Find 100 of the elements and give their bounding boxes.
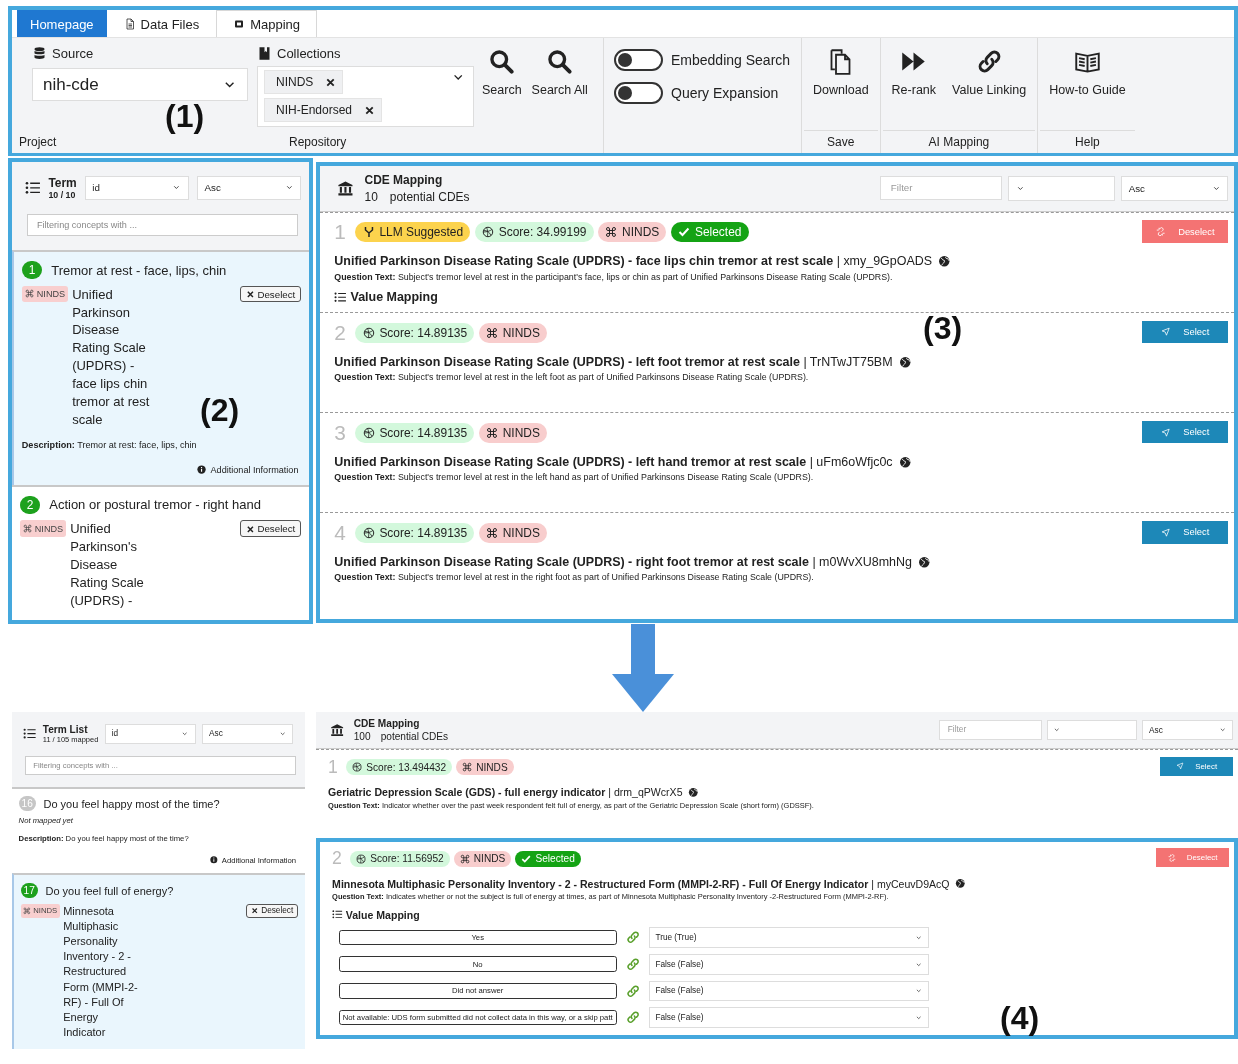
score-badge: Score: 11.56952 [350, 850, 450, 867]
source-select[interactable]: nih-cde [32, 68, 248, 101]
annotation-label: (1) [165, 100, 205, 132]
globe-icon [918, 555, 931, 569]
bank-icon [330, 722, 345, 738]
toolbar-button[interactable]: Search [479, 38, 525, 131]
link-icon [625, 983, 640, 999]
caret-icon [278, 730, 287, 738]
toolbar-button[interactable]: How-to Guide [1046, 38, 1129, 130]
send-icon [1160, 327, 1171, 337]
score-badge: Score: 14.89135 [355, 422, 475, 443]
globe-icon [938, 255, 951, 268]
additional-info-link[interactable]: Additional Information [21, 464, 302, 475]
panel-title: CDE Mapping [364, 173, 444, 188]
group-label: Help [1075, 135, 1100, 149]
close-icon [251, 907, 259, 915]
panel-title: CDE Mapping [353, 718, 421, 730]
term-number: 17 [20, 883, 38, 899]
select-button[interactable]: Select [1142, 521, 1229, 544]
repository-tag: NINDS [598, 222, 667, 243]
term-description: Description: Tremor at rest: face, lips, chin [21, 440, 198, 450]
command-icon [462, 762, 473, 773]
sort-order-select[interactable]: Asc [1142, 719, 1234, 741]
select-button[interactable]: Select [1142, 320, 1229, 344]
target-value-select[interactable]: False (False) [648, 980, 930, 1002]
list-icon [25, 180, 41, 196]
section-heading: Value Mapping [345, 908, 420, 921]
collections-select[interactable]: NINDS NIH-Endorsed [257, 66, 474, 127]
command-icon [23, 907, 31, 915]
result-rank: 1 [334, 220, 347, 245]
sort-order-select[interactable]: Asc [196, 175, 302, 200]
chip-icon [233, 18, 246, 30]
ball-icon [352, 762, 363, 773]
close-icon [245, 289, 255, 299]
group-label: Project [19, 135, 57, 149]
tab[interactable]: Mapping [216, 10, 317, 37]
list-icon [332, 909, 343, 920]
filter-field[interactable]: Filter [938, 719, 1042, 740]
term-item[interactable] [12, 250, 309, 485]
tab[interactable]: Homepage [17, 10, 107, 37]
filter-field[interactable]: Filter [880, 176, 1002, 200]
database-icon [32, 46, 47, 61]
question-text: Question Text: Subject's tremor level at rest in the participant's face, lips or chin as part of Unified Parkinsons Disease Rating Scale (UPDRS). [334, 271, 894, 282]
result-count-label: potential CDEs [389, 189, 470, 204]
repository-tag: NINDS [455, 759, 514, 776]
toolbar-button[interactable]: Value Linking [949, 38, 1030, 130]
fork-icon [362, 226, 375, 239]
sort-order-select[interactable]: Asc [1120, 176, 1229, 201]
deselect-button[interactable]: Deselect [246, 903, 299, 918]
group-label: Save [827, 135, 855, 149]
score-badge: Score: 13.494432 [346, 759, 453, 776]
caret-icon [1053, 726, 1061, 734]
field-label: Collections [277, 46, 341, 61]
target-value-select[interactable]: True (True) [648, 927, 930, 948]
caret-icon [1218, 726, 1227, 734]
sort-field-select[interactable] [1046, 719, 1138, 741]
deselect-button[interactable]: Deselect [239, 520, 302, 538]
document-icon [123, 18, 136, 30]
filter-field[interactable]: Filtering concepts with ... [26, 213, 299, 237]
score-badge: Score: 34.99199 [474, 222, 594, 243]
deselect-button[interactable]: Deselect [239, 285, 302, 303]
link-icon [625, 957, 640, 972]
bank-icon [336, 179, 354, 197]
toggle-switch[interactable] [614, 82, 663, 104]
select-button[interactable]: Select [1142, 420, 1229, 444]
command-icon [605, 226, 618, 239]
target-value-select[interactable]: False (False) [648, 953, 930, 975]
result-count: 100 [353, 731, 371, 743]
score-badge: Score: 14.89135 [355, 322, 475, 343]
status-badge: Selected [515, 850, 581, 867]
send-icon [1160, 427, 1171, 437]
bookmark-icon [257, 46, 272, 61]
globe-icon [898, 455, 912, 469]
result-rank: 4 [334, 521, 347, 546]
sort-order-select[interactable]: Asc [202, 723, 293, 745]
group-label: Repository [289, 135, 347, 149]
broken-link-icon [1167, 853, 1176, 862]
target-value-select[interactable]: False (False) [648, 1007, 930, 1028]
ball-icon [362, 326, 375, 339]
toolbar-button[interactable]: Re-rank [888, 38, 940, 130]
list-icon [23, 727, 37, 741]
score-badge: Score: 14.89135 [355, 523, 475, 544]
toggle-switch[interactable] [614, 49, 663, 71]
ball-icon [482, 226, 494, 239]
mapped-cde-name: Unified Parkinson's Disease Rating Scale (UPDRS) - [70, 520, 145, 611]
term-number: 1 [21, 261, 43, 280]
repository-tag: NINDS [478, 422, 548, 443]
cde-title: Unified Parkinson Disease Rating Scale (UPDRS) - left foot tremor at rest scale | TrNTwJT75BM [334, 354, 893, 369]
collection-chip[interactable]: NINDS [264, 70, 344, 94]
collection-chip[interactable]: NIH-Endorsed [264, 98, 383, 122]
send-icon [1176, 762, 1185, 771]
toolbar-button[interactable]: Download [810, 38, 872, 130]
toolbar-button[interactable]: Search All [528, 38, 591, 131]
sort-field-select[interactable]: id [104, 723, 196, 745]
field-label: Source [52, 46, 94, 61]
panel-title: Term [48, 175, 77, 190]
term-number: 2 [19, 496, 41, 514]
sort-field-select[interactable]: id [84, 175, 189, 200]
term-item[interactable]: 2 Action or postural tremor - right hand NINDS Unified Parkinson's Disease Rating Scale (UPDRS) - Deselect [12, 484, 309, 620]
sort-field-select[interactable] [1007, 176, 1116, 201]
